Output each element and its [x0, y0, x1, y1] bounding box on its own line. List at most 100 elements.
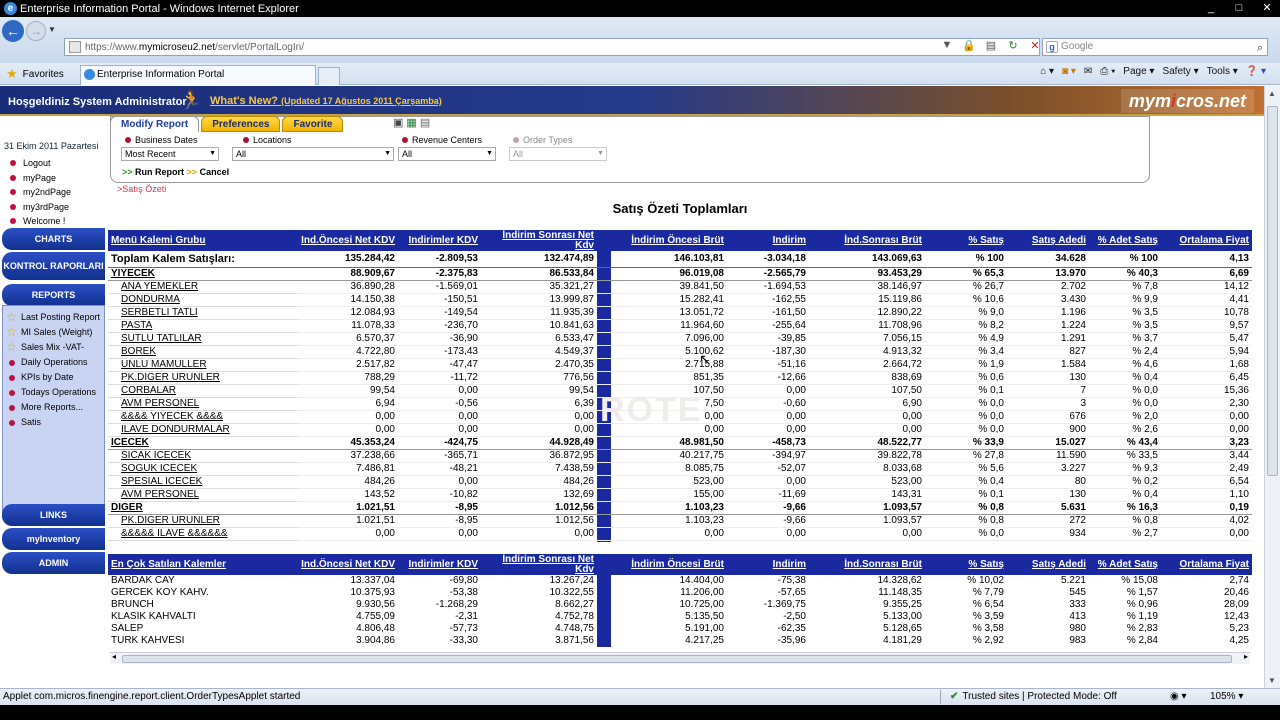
column-header[interactable]: İndirim Sonrası Net Kdv — [481, 230, 597, 251]
column-header[interactable]: En Çok Satılan Kalemler — [108, 554, 298, 575]
feeds-icon[interactable]: ◙ ▾ — [1062, 66, 1076, 77]
tab-favorite[interactable]: Favorite — [282, 116, 344, 132]
forward-button[interactable]: → — [26, 21, 46, 41]
stop-icon[interactable]: ✕ — [1028, 39, 1042, 52]
row-label[interactable]: SPESIAL ICECEK — [108, 475, 298, 489]
column-header[interactable]: % Adet Satış — [1089, 230, 1161, 251]
url-input[interactable]: https://www. mymicroseu2.net/servlet/Port… — [64, 38, 1040, 56]
sidebar-link-my2ndpage[interactable]: my2ndPage — [10, 185, 106, 200]
vertical-scrollbar[interactable]: ▲ ▼ — [1264, 86, 1280, 688]
run-report-link[interactable]: Run Report — [135, 167, 184, 177]
tools-menu[interactable]: Tools ▾ — [1207, 66, 1238, 77]
vertical-scroll-thumb[interactable] — [1267, 106, 1278, 476]
search-icon[interactable]: ⌕ — [1257, 40, 1263, 56]
column-header[interactable]: Ortalama Fiyat — [1161, 230, 1252, 251]
column-header[interactable]: Satış Adedi — [1007, 554, 1089, 575]
row-label[interactable]: DIGER — [108, 501, 298, 515]
sidebar-link-logout[interactable]: Logout — [10, 156, 106, 171]
column-header[interactable]: Ortalama Fiyat — [1161, 554, 1252, 575]
row-label[interactable]: PASTA — [108, 319, 298, 333]
row-label[interactable]: SUTLU TATLILAR — [108, 332, 298, 346]
sidebar-report-item[interactable]: ☆ MI Sales (Weight) — [3, 325, 104, 340]
sidebar-report-item[interactable]: ☆ Sales Mix -VAT- — [3, 340, 104, 355]
row-label[interactable]: &&&&& ILAVE &&&&&& — [108, 527, 298, 541]
mail-icon[interactable]: ✉ — [1084, 66, 1092, 77]
sidebar-links-button[interactable]: LINKS — [2, 504, 105, 526]
sidebar-inventory-button[interactable]: myInventory — [2, 528, 105, 550]
row-label[interactable]: DONDURMA — [108, 293, 298, 307]
business-dates-select[interactable]: Most Recent ▼ — [121, 147, 219, 161]
scroll-up-icon[interactable]: ▲ — [1268, 89, 1276, 98]
row-label[interactable]: SOGUK ICECEK — [108, 462, 298, 476]
column-header[interactable]: Satış Adedi — [1007, 230, 1089, 251]
minimize-icon[interactable]: _ — [1204, 1, 1218, 15]
compat-icon[interactable]: ▤ — [984, 39, 998, 52]
sidebar-kontrol-button[interactable]: KONTROL RAPORLARI — [2, 252, 105, 280]
sidebar-admin-button[interactable]: ADMIN — [2, 552, 105, 574]
row-label[interactable]: CORBALAR — [108, 384, 298, 398]
sidebar-report-item[interactable]: KPIs by Date — [3, 370, 104, 385]
row-label[interactable]: GERCEK KOY KAHV. — [108, 587, 298, 599]
column-header[interactable]: % Satış — [925, 230, 1007, 251]
safety-menu[interactable]: Safety ▾ — [1162, 66, 1198, 77]
sidebar-link-my3rdpage[interactable]: my3rdPage — [10, 200, 106, 215]
horizontal-scroll-thumb[interactable] — [122, 655, 1232, 663]
sidebar-report-item[interactable]: Todays Operations — [3, 385, 104, 400]
row-label[interactable]: BARDAK CAY — [108, 575, 298, 587]
row-label[interactable]: ANA YEMEKLER — [108, 280, 298, 294]
row-label[interactable]: SERBETLI TATLI — [108, 306, 298, 320]
breadcrumb[interactable]: >Satış Özeti — [117, 184, 166, 194]
column-header[interactable]: Ind.Öncesi Net KDV — [298, 554, 398, 575]
row-label[interactable]: SALEP — [108, 623, 298, 635]
column-header[interactable]: % Adet Satış — [1089, 554, 1161, 575]
print-icon[interactable]: ⎙ ▾ — [1100, 66, 1115, 77]
sidebar-report-item[interactable]: Satis — [3, 415, 104, 430]
column-header[interactable]: İndirim Öncesi Brüt — [611, 554, 727, 575]
revenue-centers-select[interactable]: All ▼ — [398, 147, 496, 161]
browser-tab[interactable]: Enterprise Information Portal — [80, 65, 316, 85]
column-header[interactable]: İndirim Sonrası Net Kdv — [481, 554, 597, 575]
zoom-level[interactable]: 105% ▾ — [1210, 691, 1243, 702]
new-tab-button[interactable] — [318, 67, 340, 85]
security-zone[interactable]: ✔ Trusted sites | Protected Mode: Off — [950, 691, 1117, 702]
tab-preferences[interactable]: Preferences — [201, 116, 281, 132]
favorites-button[interactable]: ★ Favorites — [6, 66, 64, 82]
whats-new-link[interactable]: What's New? (Updated 17 Ağustos 2011 Çar… — [210, 95, 442, 107]
row-label[interactable]: PK.DIGER URUNLER — [108, 371, 298, 385]
pdf-export-icon[interactable]: ▣ — [393, 116, 403, 129]
row-label[interactable]: YIYECEK — [108, 267, 298, 281]
url-dropdown-icon[interactable]: ▼ — [940, 39, 954, 52]
column-header[interactable]: Indirim — [727, 230, 809, 251]
row-label[interactable]: BOREK — [108, 345, 298, 359]
column-header[interactable]: Ind.Öncesi Net KDV — [298, 230, 398, 251]
row-label[interactable]: ILAVE DONDURMALAR — [108, 423, 298, 437]
row-label[interactable]: BRUNCH — [108, 599, 298, 611]
column-header[interactable]: Indirimler KDV — [398, 230, 481, 251]
home-icon[interactable]: ⌂ ▾ — [1040, 66, 1054, 77]
column-header[interactable]: İnd.Sonrası Brüt — [809, 554, 925, 575]
column-header[interactable]: Indirimler KDV — [398, 554, 481, 575]
row-label[interactable]: ICECEK — [108, 436, 298, 450]
scroll-left-icon[interactable]: ◂ — [112, 652, 116, 661]
maximize-icon[interactable]: □ — [1232, 1, 1246, 15]
lock-icon[interactable]: 🔒 — [962, 39, 976, 52]
sidebar-charts-button[interactable]: CHARTS — [2, 228, 105, 250]
sidebar-link-mypage[interactable]: myPage — [10, 171, 106, 186]
sidebar-reports-button[interactable]: REPORTS — [2, 284, 105, 306]
close-icon[interactable]: ✕ — [1260, 1, 1274, 15]
row-label[interactable]: TURK KAHVESI — [108, 635, 298, 647]
row-label[interactable]: PK.DIGER URUNLER — [108, 514, 298, 528]
horizontal-scrollbar[interactable]: ◂ ▸ — [110, 652, 1250, 664]
column-header[interactable]: % Satış — [925, 554, 1007, 575]
locations-select[interactable]: All ▼ — [232, 147, 394, 161]
sidebar-report-item[interactable]: Daily Operations — [3, 355, 104, 370]
refresh-icon[interactable]: ↻ — [1006, 39, 1020, 52]
help-icon[interactable]: ❓ ▾ — [1246, 66, 1266, 77]
scroll-down-icon[interactable]: ▼ — [1268, 676, 1276, 685]
column-header[interactable]: İnd.Sonrası Brüt — [809, 230, 925, 251]
tab-modify-report[interactable]: Modify Report — [110, 116, 200, 132]
row-label[interactable]: SICAK ICECEK — [108, 449, 298, 463]
scroll-right-icon[interactable]: ▸ — [1244, 652, 1248, 661]
protected-mode-icon[interactable]: ◉ ▾ — [1170, 691, 1187, 702]
cancel-link[interactable]: Cancel — [200, 167, 230, 177]
